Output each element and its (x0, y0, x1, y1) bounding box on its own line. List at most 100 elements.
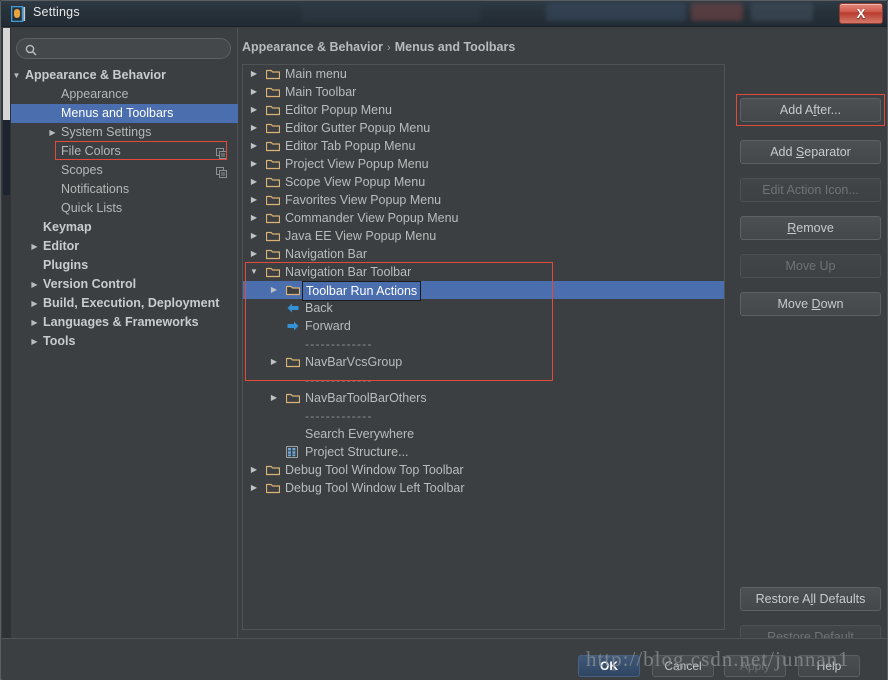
tree-row-label: Navigation Bar (285, 247, 367, 261)
breadcrumb-parent[interactable]: Appearance & Behavior (242, 40, 383, 54)
settings-sidebar: ▼ Appearance & Behavior Appearance Menus an… (11, 28, 238, 638)
chevron-right-icon[interactable]: ▶ (249, 101, 259, 119)
add-separator-button[interactable]: Add Separator (740, 140, 881, 164)
breadcrumb: Appearance & Behavior › Menus and Toolbars (242, 40, 515, 54)
search-input[interactable] (41, 39, 221, 58)
chevron-down-icon[interactable]: ▼ (249, 263, 259, 281)
chevron-right-icon[interactable]: ▶ (249, 65, 259, 83)
tree-row[interactable]: Forward (243, 317, 724, 335)
tree-row-label: Editor Tab Popup Menu (285, 139, 416, 153)
chevron-right-icon[interactable]: ▶ (249, 479, 259, 497)
sidebar-item-label: Build, Execution, Deployment (43, 296, 220, 310)
tree-row[interactable]: ▶ Debug Tool Window Left Toolbar (243, 479, 724, 497)
tree-row[interactable]: ▶ Java EE View Popup Menu (243, 227, 724, 245)
tree-row[interactable]: ▶ Toolbar Run Actions (243, 281, 724, 301)
sidebar-item-file-colors[interactable]: File Colors (11, 142, 238, 161)
tree-row[interactable]: ▶ Navigation Bar (243, 245, 724, 263)
chevron-right-icon[interactable]: ▶ (249, 173, 259, 191)
chevron-right-icon[interactable]: ▶ (249, 83, 259, 101)
tree-row[interactable]: ▶ Editor Tab Popup Menu (243, 137, 724, 155)
chevron-down-icon[interactable]: ▼ (12, 66, 21, 85)
tree-row-label: Favorites View Popup Menu (285, 193, 442, 207)
chevron-right-icon[interactable]: ▶ (249, 137, 259, 155)
chevron-right-icon[interactable]: ▶ (249, 245, 259, 263)
scrollbar-thumb[interactable] (3, 120, 10, 195)
tree-row[interactable]: ▶ Commander View Popup Menu (243, 209, 724, 227)
sidebar-item-scopes[interactable]: Scopes (11, 161, 238, 180)
tree-row[interactable]: ------------- (243, 335, 724, 353)
tree-row[interactable]: ▶ Favorites View Popup Menu (243, 191, 724, 209)
left-scrollbar[interactable] (2, 28, 11, 638)
sidebar-item-appearance-behavior[interactable]: ▼ Appearance & Behavior (11, 66, 238, 85)
sidebar-item-build-execution-deployment[interactable]: ▶ Build, Execution, Deployment (11, 294, 238, 313)
chevron-right-icon[interactable]: ▶ (30, 275, 39, 294)
tree-row[interactable]: ▶ NavBarVcsGroup (243, 353, 724, 371)
tree-row-label: NavBarToolBarOthers (305, 391, 427, 405)
chevron-right-icon[interactable]: ▶ (249, 119, 259, 137)
sidebar-item-system-settings[interactable]: ▶ System Settings (11, 123, 238, 142)
sidebar-item-keymap[interactable]: Keymap (11, 218, 238, 237)
add-after-button[interactable]: Add After... (740, 98, 881, 122)
tree-row[interactable]: Project Structure... (243, 443, 724, 461)
chevron-right-icon[interactable]: ▶ (249, 227, 259, 245)
chevron-right-icon[interactable]: ▶ (30, 294, 39, 313)
chevron-right-icon[interactable]: ▶ (249, 155, 259, 173)
sidebar-item-editor[interactable]: ▶ Editor (11, 237, 238, 256)
background-blur-1 (546, 3, 686, 21)
chevron-right-icon[interactable]: ▶ (30, 313, 39, 332)
tree-row[interactable]: ▶ NavBarToolBarOthers (243, 389, 724, 407)
remove-button[interactable]: Remove (740, 216, 881, 240)
tree-row-label: Forward (305, 319, 351, 333)
sidebar-item-notifications[interactable]: Notifications (11, 180, 238, 199)
chevron-right-icon[interactable]: ▶ (48, 123, 57, 142)
chevron-right-icon[interactable]: ▶ (269, 389, 279, 407)
window-title: Settings (33, 5, 80, 19)
tree-row[interactable]: ------------- (243, 407, 724, 425)
tree-row[interactable]: ▼ Navigation Bar Toolbar (243, 263, 724, 281)
tree-row-label: Main menu (285, 67, 347, 81)
chevron-right-icon[interactable]: ▶ (30, 237, 39, 256)
tree-row[interactable]: Search Everywhere (243, 425, 724, 443)
restore-all-defaults-button[interactable]: Restore All Defaults (740, 587, 881, 611)
copy-settings-icon[interactable] (216, 146, 227, 159)
actions-tree[interactable]: ▶ Main menu ▶ Main Toolbar ▶ Editor Popup Men… (242, 64, 725, 630)
tree-row[interactable]: Back (243, 299, 724, 317)
move-down-button[interactable]: Move Down (740, 292, 881, 316)
sidebar-item-appearance[interactable]: Appearance (11, 85, 238, 104)
tree-row[interactable]: ▶ Editor Gutter Popup Menu (243, 119, 724, 137)
help-button[interactable]: Help (798, 655, 860, 677)
cancel-button[interactable]: Cancel (652, 655, 714, 677)
arrow-left-icon (286, 299, 300, 317)
sidebar-item-menus-and-toolbars[interactable]: Menus and Toolbars (11, 104, 238, 123)
chevron-right-icon[interactable]: ▶ (249, 191, 259, 209)
tree-row-label: Project View Popup Menu (285, 157, 429, 171)
tree-row[interactable]: ▶ Debug Tool Window Top Toolbar (243, 461, 724, 479)
chevron-right-icon[interactable]: ▶ (249, 461, 259, 479)
chevron-right-icon[interactable]: ▶ (269, 281, 279, 299)
scrollbar-track-lower[interactable] (3, 195, 10, 638)
tree-row-label: NavBarVcsGroup (305, 355, 403, 369)
search-box[interactable] (16, 38, 231, 59)
sidebar-item-plugins[interactable]: Plugins (11, 256, 238, 275)
folder-icon (265, 245, 281, 263)
chevron-right-icon[interactable]: ▶ (249, 209, 259, 227)
sidebar-item-languages-frameworks[interactable]: ▶ Languages & Frameworks (11, 313, 238, 332)
chevron-right-icon[interactable]: ▶ (269, 353, 279, 371)
scrollbar-track-upper[interactable] (3, 28, 10, 120)
menu-separator: ------------- (305, 373, 373, 387)
tree-row[interactable]: ▶ Main menu (243, 65, 724, 83)
tree-row[interactable]: ▶ Project View Popup Menu (243, 155, 724, 173)
sidebar-search[interactable] (16, 38, 231, 59)
ok-button[interactable]: OK (578, 655, 640, 677)
tree-row-label-editing[interactable]: Toolbar Run Actions (302, 281, 422, 301)
close-button[interactable]: X (839, 3, 883, 24)
sidebar-item-tools[interactable]: ▶ Tools (11, 332, 238, 351)
copy-settings-icon[interactable] (216, 165, 227, 178)
tree-row[interactable]: ▶ Scope View Popup Menu (243, 173, 724, 191)
sidebar-item-version-control[interactable]: ▶ Version Control (11, 275, 238, 294)
tree-row[interactable]: ▶ Main Toolbar (243, 83, 724, 101)
sidebar-item-quick-lists[interactable]: Quick Lists (11, 199, 238, 218)
tree-row[interactable]: ▶ Editor Popup Menu (243, 101, 724, 119)
tree-row[interactable]: ------------- (243, 371, 724, 389)
chevron-right-icon[interactable]: ▶ (30, 332, 39, 351)
